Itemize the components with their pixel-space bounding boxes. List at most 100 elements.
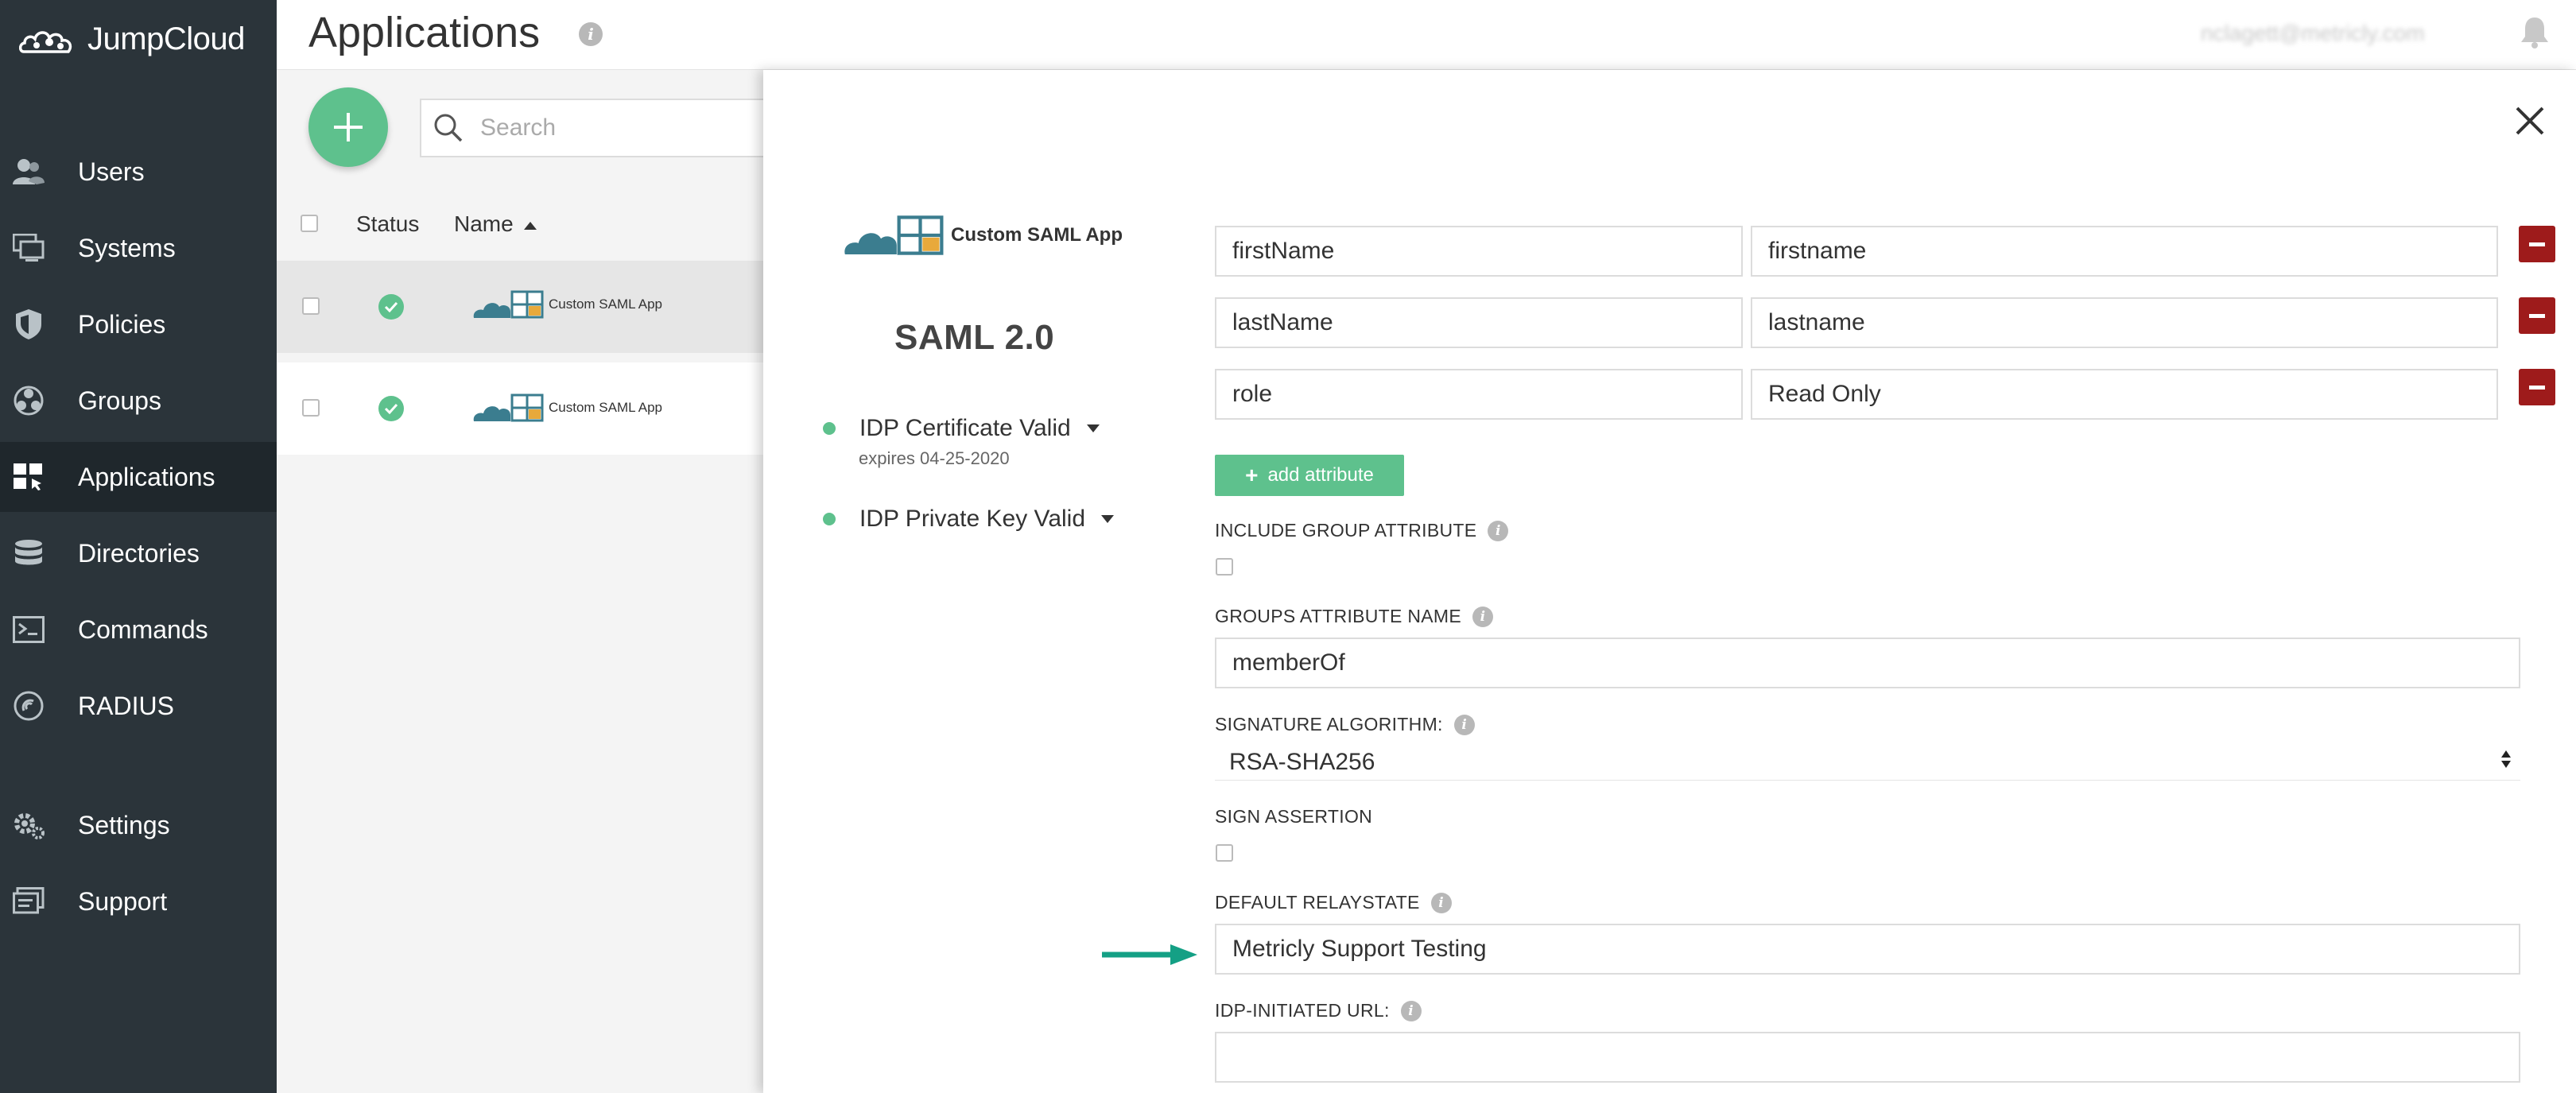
info-icon[interactable]: i (1453, 714, 1475, 735)
groups-attribute-name-field[interactable]: memberOf (1215, 638, 2520, 688)
table-row[interactable]: Custom SAML App (277, 261, 763, 353)
jumpcloud-logo[interactable]: JumpCloud (19, 19, 245, 59)
directories-icon (11, 536, 46, 571)
attribute-service-name-field[interactable]: role (1215, 369, 1743, 420)
close-icon[interactable] (2511, 102, 2549, 140)
attribute-jumpcloud-name-field[interactable]: lastname (1751, 297, 2498, 348)
custom-saml-app-logo: Custom SAML App (472, 289, 662, 320)
custom-saml-app-icon (473, 290, 544, 319)
sidebar-item-systems[interactable]: Systems (0, 213, 277, 283)
sidebar-item-label: Directories (78, 538, 200, 568)
include-group-attribute-checkbox[interactable] (1216, 558, 1233, 576)
app-name: Custom SAML App (549, 297, 662, 312)
groups-attribute-name-label: GROUPS ATTRIBUTE NAME i (1215, 606, 1494, 627)
select-arrows-icon (2501, 750, 2511, 768)
sidebar-item-policies[interactable]: Policies (0, 289, 277, 359)
attribute-jumpcloud-name-field[interactable]: Read Only (1751, 369, 2498, 420)
sidebar-item-settings[interactable]: Settings (0, 790, 277, 860)
sidebar-item-directories[interactable]: Directories (0, 518, 277, 588)
remove-attribute-button[interactable] (2519, 226, 2555, 262)
idp-certificate-status[interactable]: IDP Certificate Valid (823, 415, 1100, 442)
groups-icon (11, 383, 46, 418)
sidebar-item-label: Users (78, 157, 145, 186)
label-text: IDP-INITIATED URL: (1215, 1000, 1390, 1021)
search-input[interactable] (480, 114, 751, 141)
info-icon[interactable]: i (1400, 1000, 1422, 1021)
sidebar-item-applications[interactable]: Applications (0, 442, 277, 512)
users-icon (11, 154, 46, 189)
jumpcloud-cloud-icon (19, 31, 72, 53)
add-application-button[interactable] (308, 87, 388, 167)
minus-icon (2529, 313, 2545, 318)
sidebar: JumpCloud Users Systems Policies Groups … (0, 0, 277, 1093)
remove-attribute-button[interactable] (2519, 297, 2555, 334)
add-attribute-button[interactable]: + add attribute (1215, 455, 1404, 496)
cert-status-text: IDP Certificate Valid (859, 415, 1071, 441)
select-all-checkbox[interactable] (301, 215, 318, 232)
highlight-arrow-icon (1102, 944, 1197, 965)
label-text: SIGN ASSERTION (1215, 806, 1373, 827)
info-icon[interactable]: i (1488, 520, 1509, 541)
caret-down-icon (1086, 424, 1100, 432)
default-relaystate-field[interactable]: Metricly Support Testing (1215, 924, 2520, 975)
sign-assertion-checkbox[interactable] (1216, 844, 1233, 862)
sidebar-item-label: Groups (78, 386, 161, 415)
default-relaystate-label: DEFAULT RELAYSTATE i (1215, 892, 1452, 913)
column-header-status[interactable]: Status (356, 211, 419, 237)
attribute-service-name-field[interactable]: firstName (1215, 226, 1743, 277)
attribute-jumpcloud-name-field[interactable]: firstname (1751, 226, 2498, 277)
label-text: GROUPS ATTRIBUTE NAME (1215, 606, 1462, 626)
signature-algorithm-label: SIGNATURE ALGORITHM: i (1215, 714, 1475, 735)
settings-icon (11, 808, 46, 843)
protocol-title: SAML 2.0 (894, 318, 1055, 357)
signature-algorithm-select[interactable]: RSA-SHA256 (1215, 744, 2520, 781)
info-icon[interactable]: i (1430, 892, 1452, 913)
sidebar-item-users[interactable]: Users (0, 137, 277, 207)
label-text: DEFAULT RELAYSTATE (1215, 892, 1420, 913)
sidebar-item-label: Policies (78, 309, 166, 339)
app-name: Custom SAML App (951, 224, 1123, 246)
sign-assertion-label: SIGN ASSERTION (1215, 806, 1372, 828)
sidebar-item-label: Support (78, 886, 168, 916)
plus-icon: + (1245, 463, 1259, 487)
policies-icon (11, 307, 46, 342)
user-menu[interactable]: nclagett@metricly.com (2201, 21, 2425, 46)
sidebar-item-label: RADIUS (78, 691, 174, 720)
row-checkbox[interactable] (302, 399, 320, 417)
label-text: INCLUDE GROUP ATTRIBUTE (1215, 520, 1477, 541)
commands-icon (11, 612, 46, 647)
remove-attribute-button[interactable] (2519, 369, 2555, 405)
info-icon[interactable]: i (579, 22, 603, 46)
minus-icon (2529, 242, 2545, 246)
search-box[interactable] (420, 99, 770, 157)
idp-private-key-status[interactable]: IDP Private Key Valid (823, 506, 1115, 533)
sort-ascending-icon (524, 221, 537, 230)
sidebar-item-commands[interactable]: Commands (0, 595, 277, 665)
caret-down-icon (1101, 515, 1115, 523)
idp-initiated-url-label: IDP-INITIATED URL: i (1215, 1000, 1422, 1021)
support-icon (11, 884, 46, 919)
applications-icon (11, 459, 46, 494)
sidebar-item-support[interactable]: Support (0, 866, 277, 936)
row-checkbox[interactable] (302, 297, 320, 315)
sidebar-item-label: Applications (78, 462, 215, 491)
plus-icon (334, 113, 363, 141)
idp-initiated-url-field[interactable] (1215, 1032, 2520, 1083)
attribute-service-name-field[interactable]: lastName (1215, 297, 1743, 348)
custom-saml-app-logo: Custom SAML App (472, 393, 662, 423)
custom-saml-app-icon (844, 215, 944, 255)
include-group-attribute-label: INCLUDE GROUP ATTRIBUTE i (1215, 520, 1509, 541)
bell-icon[interactable] (2520, 16, 2549, 49)
column-header-name-label: Name (454, 211, 514, 236)
sidebar-item-groups[interactable]: Groups (0, 366, 277, 436)
sidebar-item-radius[interactable]: RADIUS (0, 671, 277, 741)
search-icon (434, 114, 463, 142)
brand-name: JumpCloud (87, 21, 245, 56)
top-header: Applications i nclagett@metricly.com (277, 0, 2576, 70)
label-text: SIGNATURE ALGORITHM: (1215, 714, 1443, 734)
column-header-name[interactable]: Name (454, 211, 537, 237)
status-active-icon (378, 294, 404, 320)
radius-icon (11, 688, 46, 723)
table-row[interactable]: Custom SAML App (277, 362, 763, 455)
info-icon[interactable]: i (1472, 606, 1494, 627)
